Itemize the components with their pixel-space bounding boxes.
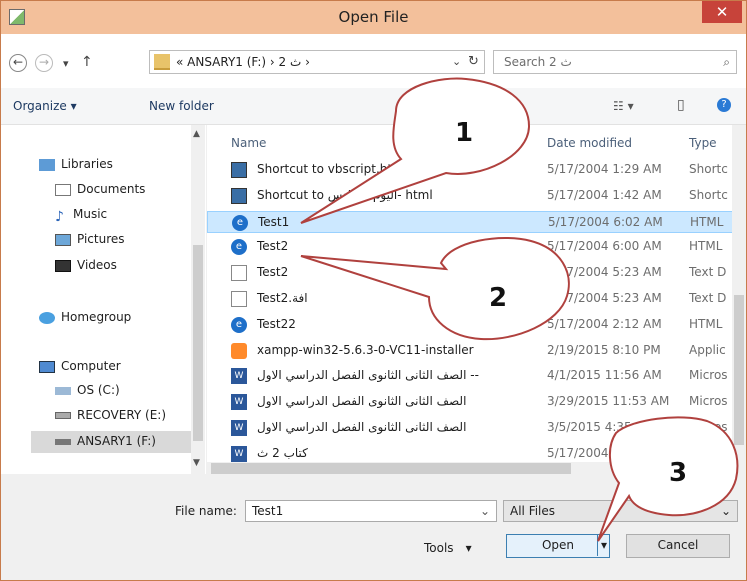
callout-3-number: 3 xyxy=(669,458,687,488)
callout-3-bubble xyxy=(597,416,739,542)
callout-1-number: 1 xyxy=(455,118,473,148)
callout-1-bubble xyxy=(300,77,531,224)
callout-overlay: 1 2 3 xyxy=(300,77,739,542)
callout-2-bubble xyxy=(300,236,570,341)
open-file-dialog: Open File ✕ ← → ▾ ↑ « ANSARY1 (F:) › ث 2… xyxy=(0,0,747,581)
callout-2-number: 2 xyxy=(489,283,507,313)
